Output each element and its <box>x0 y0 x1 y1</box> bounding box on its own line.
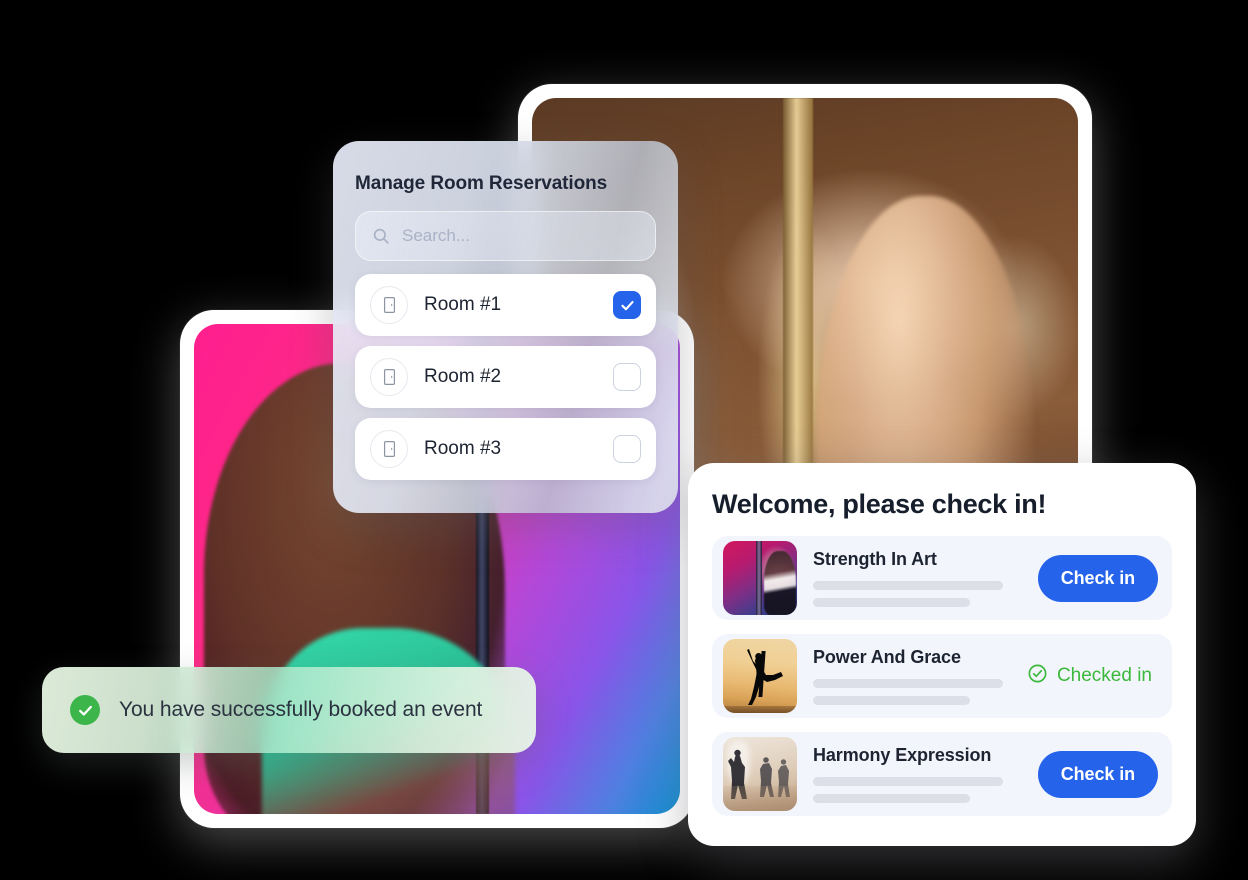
room-checkbox[interactable] <box>613 291 641 319</box>
dancers-silhouette <box>728 749 790 799</box>
success-check-icon <box>70 695 100 725</box>
event-thumbnail <box>723 639 797 713</box>
search-icon <box>372 227 390 245</box>
door-icon <box>370 358 408 396</box>
skeleton-line <box>813 777 1003 786</box>
room-row[interactable]: Room #2 <box>355 346 656 408</box>
check-circle-icon <box>1027 663 1048 690</box>
manage-room-reservations-modal: Manage Room Reservations Search... Room … <box>333 141 678 513</box>
room-row[interactable]: Room #1 <box>355 274 656 336</box>
status-label: Checked in <box>1056 665 1152 686</box>
event-details: Harmony Expression <box>813 745 1022 803</box>
event-title: Harmony Expression <box>813 745 992 765</box>
room-checkbox[interactable] <box>613 363 641 391</box>
skeleton-line <box>813 696 970 705</box>
event-thumbnail <box>723 737 797 811</box>
page-title: Welcome, please check in! <box>712 489 1047 519</box>
door-icon <box>370 286 408 324</box>
skeleton-line <box>813 581 1003 590</box>
event-title: Strength In Art <box>813 549 937 569</box>
event-details: Power And Grace <box>813 647 1011 705</box>
check-in-button[interactable]: Check in <box>1037 554 1158 602</box>
modal-title: Manage Room Reservations <box>355 173 608 194</box>
event-details: Strength In Art <box>813 549 1022 607</box>
room-checkbox[interactable] <box>613 435 641 463</box>
event-thumbnail <box>723 541 797 615</box>
event-title: Power And Grace <box>813 647 961 667</box>
event-row: Strength In Art Check in <box>712 536 1172 620</box>
event-list: Strength In Art Check in Power And Grace <box>712 536 1172 816</box>
skeleton-line <box>813 598 970 607</box>
room-list: Room #1 Room #2 Room #3 <box>355 274 656 480</box>
composition-stage: Manage Room Reservations Search... Room … <box>0 0 1248 880</box>
search-input[interactable]: Search... <box>355 211 656 261</box>
toast-message: You have successfully booked an event <box>119 698 483 721</box>
ballet-silhouette-icon <box>747 649 783 705</box>
event-row: Power And Grace Checked in <box>712 634 1172 718</box>
room-label: Room #3 <box>424 438 502 459</box>
skeleton-line <box>813 794 970 803</box>
success-toast: You have successfully booked an event <box>42 667 536 753</box>
room-row[interactable]: Room #3 <box>355 418 656 480</box>
skeleton-line <box>813 679 1003 688</box>
door-icon <box>370 430 408 468</box>
room-label: Room #1 <box>424 294 502 315</box>
room-label: Room #2 <box>424 366 502 387</box>
check-in-button[interactable]: Check in <box>1037 750 1158 798</box>
search-placeholder: Search... <box>402 226 471 245</box>
event-row: Harmony Expression Check in <box>712 732 1172 816</box>
status-badge: Checked in <box>1027 663 1158 690</box>
checkin-panel: Welcome, please check in! Strength In Ar… <box>688 463 1196 846</box>
